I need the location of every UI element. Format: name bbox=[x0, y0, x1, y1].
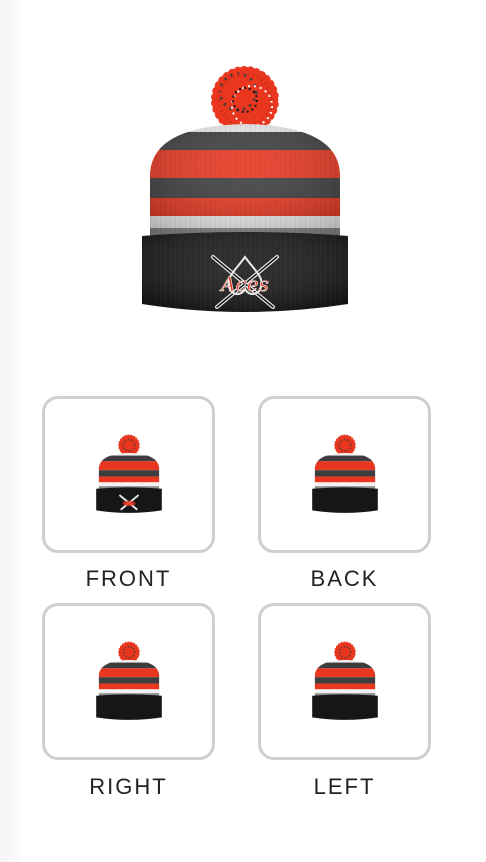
beanie-back-thumb bbox=[311, 433, 378, 513]
view-label-front[interactable]: FRONT bbox=[40, 566, 217, 592]
main-product-image: Aces bbox=[120, 58, 370, 328]
product-viewer: Aces FRONT BACK RIGHT LEFT bbox=[0, 0, 486, 862]
view-thumbnail-front[interactable] bbox=[42, 396, 215, 553]
logo-text: Aces bbox=[219, 272, 269, 296]
view-label-back[interactable]: BACK bbox=[256, 566, 433, 592]
view-thumbnail-back[interactable] bbox=[258, 396, 431, 553]
beanie-right-thumb bbox=[95, 640, 162, 720]
view-thumbnail-left[interactable] bbox=[258, 603, 431, 760]
beanie-front-large: Aces bbox=[142, 65, 348, 312]
view-thumbnail-right[interactable] bbox=[42, 603, 215, 760]
beanie-left-thumb bbox=[311, 640, 378, 720]
beanie-front-thumb bbox=[95, 433, 162, 513]
left-gutter bbox=[0, 0, 24, 862]
pompom bbox=[210, 65, 280, 135]
beanie-crown bbox=[150, 124, 340, 238]
view-label-left[interactable]: LEFT bbox=[256, 774, 433, 800]
view-label-right[interactable]: RIGHT bbox=[40, 774, 217, 800]
